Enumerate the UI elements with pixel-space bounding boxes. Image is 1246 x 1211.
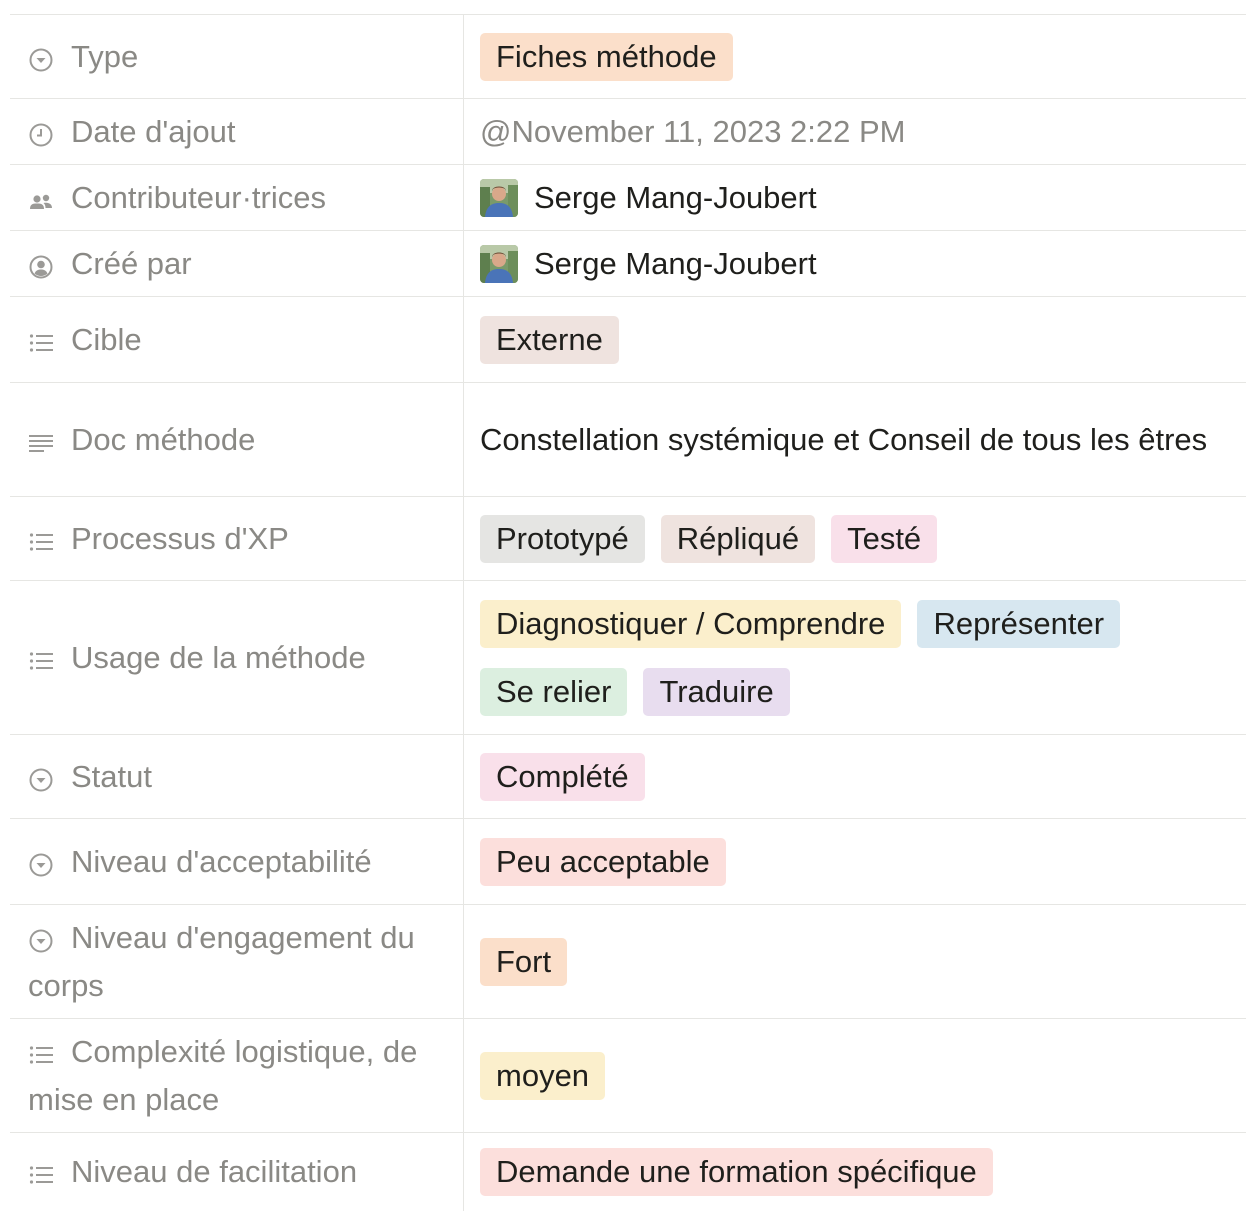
tag[interactable]: Externe [480,315,619,364]
property-row-type: Type Fiches méthode [10,15,1246,99]
property-row-created_by: Créé par Serge Mang-Joubert [10,231,1246,297]
person-chip[interactable]: Serge Mang-Joubert [480,244,817,283]
tag[interactable]: Demande une formation spécifique [480,1148,993,1196]
tag[interactable]: Testé [831,514,938,563]
tag[interactable]: Diagnostiquer / Comprendre [480,599,902,648]
property-label: Date d'ajout [71,113,236,149]
property-row-facilitation: Niveau de facilitation Demande une format… [10,1133,1246,1211]
property-name-date[interactable]: Date d'ajout [10,99,464,164]
property-name-engagement[interactable]: Niveau d'engagement du corps [10,905,464,1018]
tag-list: Demande une formation spécifique [480,1148,993,1196]
tag-list: Externe [480,315,619,364]
tag-list: Fort [480,937,568,986]
tag[interactable]: Fort [480,937,568,986]
properties-table: Type Fiches méthode Date d'ajout @November … [10,14,1246,1211]
property-name-usage[interactable]: Usage de la méthode [10,581,464,734]
property-row-engagement: Niveau d'engagement du corps Fort [10,905,1246,1019]
property-label: Statut [71,758,152,794]
property-row-process: Processus d'XP Prototypé Répliqué Testé [10,497,1246,581]
person-name: Serge Mang-Joubert [534,245,817,281]
property-name-acceptability[interactable]: Niveau d'acceptabilité [10,819,464,904]
property-label: Niveau d'acceptabilité [71,843,372,879]
property-name-status[interactable]: Statut [10,735,464,818]
person-chip[interactable]: Serge Mang-Joubert [480,178,817,217]
property-label: Usage de la méthode [71,639,366,675]
tag-list: moyen [480,1051,606,1100]
property-value-facilitation[interactable]: Demande une formation spécifique [464,1133,1246,1211]
property-value-contributors[interactable]: Serge Mang-Joubert [464,165,1246,230]
multi-select-icon [28,322,54,352]
property-name-doc[interactable]: Doc méthode [10,383,464,496]
property-row-date: Date d'ajout @November 11, 2023 2:22 PM [10,99,1246,165]
property-value-created_by[interactable]: Serge Mang-Joubert [464,231,1246,296]
property-value-status[interactable]: Complété [464,735,1246,818]
tag-list: Diagnostiquer / Comprendre Représenter Se … [480,599,1200,716]
tag-list: Complété [480,752,645,801]
text-icon [28,422,54,452]
tag[interactable]: moyen [480,1051,606,1100]
property-label: Doc méthode [71,421,256,457]
property-value-date[interactable]: @November 11, 2023 2:22 PM [464,99,1246,164]
property-value-process[interactable]: Prototypé Répliqué Testé [464,497,1246,580]
multi-select-icon [28,1154,54,1184]
select-icon [28,844,54,876]
property-value-complexity[interactable]: moyen [464,1019,1246,1132]
property-row-status: Statut Complété [10,735,1246,819]
property-label: Niveau de facilitation [71,1154,358,1189]
text-value: Constellation systémique et Conseil de t… [480,421,1208,457]
property-name-contributors[interactable]: Contributeur·trices [10,165,464,230]
tag-list: Peu acceptable [480,837,726,886]
property-name-created_by[interactable]: Créé par [10,231,464,296]
tag[interactable]: Complété [480,752,645,801]
tag[interactable]: Se relier [480,667,628,716]
property-label: Niveau d'engagement du corps [28,919,415,1003]
property-value-type[interactable]: Fiches méthode [464,15,1246,98]
clock-icon [28,114,54,146]
property-label: Type [71,38,139,74]
property-value-engagement[interactable]: Fort [464,905,1246,1018]
person-name: Serge Mang-Joubert [534,179,817,215]
property-label: Créé par [71,245,192,281]
avatar [480,244,518,283]
property-row-doc: Doc méthode Constellation systémique et C… [10,383,1246,497]
property-row-acceptability: Niveau d'acceptabilité Peu acceptable [10,819,1246,905]
multi-select-icon [28,521,54,551]
tag-list: Fiches méthode [480,32,733,81]
people-icon [28,180,54,209]
property-value-doc[interactable]: Constellation systémique et Conseil de t… [464,383,1246,496]
tag[interactable]: Peu acceptable [480,837,726,886]
property-value-cible[interactable]: Externe [464,297,1246,382]
property-row-cible: Cible Externe [10,297,1246,383]
property-row-complexity: Complexité logistique, de mise en place m… [10,1019,1246,1133]
avatar [480,178,518,217]
property-label: Cible [71,321,142,357]
property-name-process[interactable]: Processus d'XP [10,497,464,580]
property-label: Complexité logistique, de mise en place [28,1033,418,1117]
multi-select-icon [28,1034,54,1064]
tag[interactable]: Représenter [917,599,1121,648]
select-icon [28,759,54,791]
select-icon [28,920,54,952]
property-name-type[interactable]: Type [10,15,464,98]
property-row-usage: Usage de la méthode Diagnostiquer / Compr… [10,581,1246,735]
tag[interactable]: Fiches méthode [480,32,733,81]
tag[interactable]: Traduire [643,667,790,716]
tag[interactable]: Répliqué [660,514,816,563]
property-label: Contributeur·trices [71,179,326,215]
property-name-complexity[interactable]: Complexité logistique, de mise en place [10,1019,464,1132]
select-icon [28,39,54,71]
date-value: @November 11, 2023 2:22 PM [480,113,906,149]
property-name-facilitation[interactable]: Niveau de facilitation [10,1133,464,1211]
property-name-cible[interactable]: Cible [10,297,464,382]
property-value-usage[interactable]: Diagnostiquer / Comprendre Représenter Se … [464,581,1246,734]
tag-list: Prototypé Répliqué Testé [480,514,938,563]
user-circle-icon [28,246,54,278]
property-row-contributors: Contributeur·trices Serge Mang-Joubert [10,165,1246,231]
property-label: Processus d'XP [71,520,289,556]
tag[interactable]: Prototypé [480,514,645,563]
property-value-acceptability[interactable]: Peu acceptable [464,819,1246,904]
multi-select-icon [28,640,54,670]
